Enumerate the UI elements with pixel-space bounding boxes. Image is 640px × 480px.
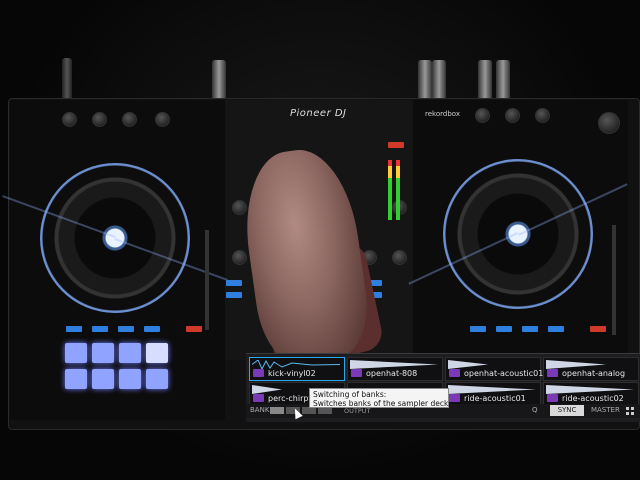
performance-pad[interactable]	[92, 343, 114, 363]
sampler-slot[interactable]: ride-acoustic02	[543, 382, 639, 406]
slot-color-tag	[253, 369, 264, 377]
bank-button[interactable]	[318, 407, 332, 414]
right-jog-wheel[interactable]	[408, 159, 628, 309]
bank-button[interactable]	[302, 407, 316, 414]
sampler-slot[interactable]: openhat-acoustic01	[445, 357, 544, 381]
knob[interactable]	[232, 200, 247, 215]
performance-pad[interactable]	[65, 369, 87, 389]
bank-label: BANK	[250, 406, 270, 414]
performance-pad[interactable]	[146, 343, 168, 363]
knob[interactable]	[92, 112, 107, 127]
mixer-button[interactable]	[226, 280, 242, 286]
software-logo: rekordbox	[425, 110, 460, 118]
waveform-icon	[448, 385, 536, 394]
left-jog-wheel[interactable]	[2, 163, 228, 313]
rca-plug	[432, 60, 446, 100]
slot-name: openhat-acoustic01	[464, 369, 544, 378]
knob[interactable]	[505, 108, 520, 123]
slot-color-tag	[449, 369, 460, 377]
slot-color-tag	[351, 369, 362, 377]
pad-mode-button[interactable]	[522, 326, 538, 332]
rca-plug	[478, 60, 492, 100]
rca-plug	[496, 60, 510, 100]
slot-color-tag	[253, 394, 264, 402]
tooltip-body: Switches banks of the sampler deck.	[313, 399, 451, 408]
pad-mode-button[interactable]	[66, 326, 82, 332]
tooltip-title: Switching of banks:	[313, 390, 387, 399]
waveform-icon	[448, 360, 488, 369]
rca-plug	[418, 60, 432, 100]
mixer-button[interactable]	[226, 292, 242, 298]
performance-pad[interactable]	[92, 369, 114, 389]
master-button[interactable]: MASTER	[591, 406, 620, 414]
level-meter	[396, 160, 400, 220]
sampler-slot[interactable]: openhat-808	[347, 357, 443, 381]
slot-color-tag	[547, 369, 558, 377]
knob[interactable]	[392, 250, 407, 265]
knob[interactable]	[232, 250, 247, 265]
sync-button[interactable]: SYNC	[550, 405, 584, 416]
knob[interactable]	[155, 112, 170, 127]
slot-name: ride-acoustic02	[562, 394, 624, 403]
brand-logo: Pioneer DJ	[290, 108, 347, 119]
waveform-icon	[252, 360, 340, 369]
pad-mode-button[interactable]	[118, 326, 134, 332]
knob[interactable]	[122, 112, 137, 127]
pad-mode-button[interactable]	[470, 326, 486, 332]
slot-name: perc-chirpy	[268, 394, 314, 403]
waveform-icon	[350, 360, 438, 369]
quantize-button[interactable]: Q	[532, 406, 538, 414]
performance-pad[interactable]	[65, 343, 87, 363]
tooltip: Switching of banks: Switches banks of th…	[309, 388, 451, 408]
knob[interactable]	[598, 112, 620, 134]
pad-mode-button[interactable]	[548, 326, 564, 332]
performance-pad[interactable]	[146, 369, 168, 389]
grid-icon[interactable]	[626, 407, 634, 415]
red-button[interactable]	[186, 326, 202, 332]
waveform-icon	[546, 360, 606, 369]
sampler-slot[interactable]: ride-acoustic01	[445, 382, 541, 406]
slot-name: kick-vinyl02	[268, 369, 316, 378]
mixer-button[interactable]	[388, 142, 404, 148]
knob[interactable]	[475, 108, 490, 123]
performance-pad[interactable]	[119, 369, 141, 389]
xlr-plug	[212, 60, 226, 100]
output-label[interactable]: OUTPUT	[344, 407, 371, 415]
knob[interactable]	[535, 108, 550, 123]
bank-button[interactable]	[270, 407, 284, 414]
sampler-slot[interactable]: openhat-analog	[543, 357, 639, 381]
slot-name: openhat-analog	[562, 369, 626, 378]
waveform-icon	[546, 385, 634, 394]
tempo-fader[interactable]	[205, 230, 209, 330]
slot-name: openhat-808	[366, 369, 418, 378]
tempo-fader[interactable]	[612, 225, 616, 335]
performance-pad[interactable]	[119, 343, 141, 363]
pad-mode-button[interactable]	[496, 326, 512, 332]
slot-color-tag	[547, 394, 558, 402]
red-button[interactable]	[590, 326, 606, 332]
knob[interactable]	[62, 112, 77, 127]
sampler-slot[interactable]: kick-vinyl02	[249, 357, 345, 381]
pad-mode-button[interactable]	[144, 326, 160, 332]
slot-name: ride-acoustic01	[464, 394, 526, 403]
pad-mode-button[interactable]	[92, 326, 108, 332]
level-meter	[388, 160, 392, 220]
